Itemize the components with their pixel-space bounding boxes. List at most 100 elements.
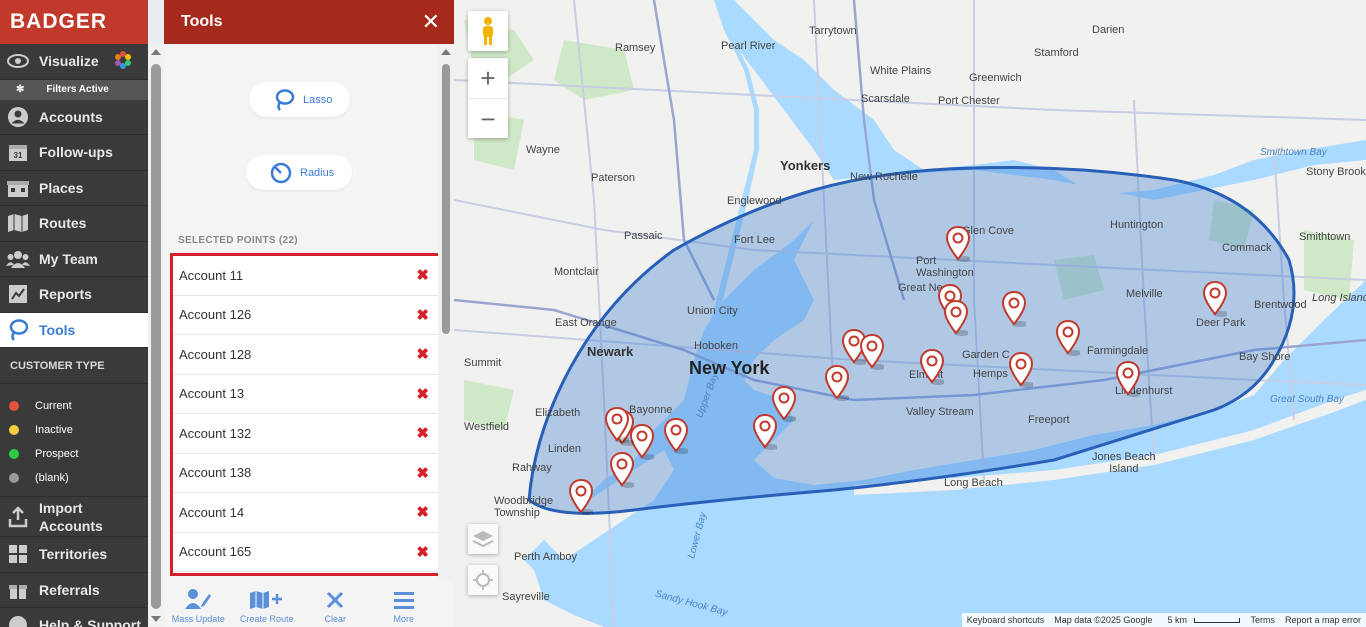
nav-scrollbar[interactable]	[148, 44, 164, 627]
account-pin-icon[interactable]	[1008, 351, 1035, 393]
remove-icon[interactable]: ✖	[416, 266, 429, 284]
account-pin-icon[interactable]	[663, 417, 690, 459]
remove-icon[interactable]: ✖	[416, 543, 429, 561]
remove-icon[interactable]: ✖	[416, 464, 429, 482]
account-name: Account 11	[179, 267, 244, 283]
remove-icon[interactable]: ✖	[416, 306, 429, 324]
nav-import-accounts[interactable]: Import Accounts	[0, 497, 148, 537]
tools-scrollbar[interactable]	[438, 44, 454, 580]
map-label: Hoboken	[694, 340, 739, 352]
account-pin-icon[interactable]	[943, 299, 970, 341]
map-label: Englewood	[727, 195, 782, 207]
list-item[interactable]: Account 128 ✖	[173, 335, 439, 375]
account-pin-icon[interactable]	[604, 406, 631, 448]
map-layers-button[interactable]	[468, 524, 498, 554]
map-canvas[interactable]: Ramsey Pearl River Tarrytown Stamford Da…	[454, 0, 1366, 627]
list-item[interactable]: Account 165 ✖	[173, 533, 439, 572]
map-label: Sayreville	[502, 591, 550, 603]
nav-scroll-thumb[interactable]	[151, 64, 161, 609]
scroll-up-arrow-icon[interactable]	[441, 49, 451, 55]
remove-icon[interactable]: ✖	[416, 424, 429, 442]
main-nav: BADGER Visualize ✻ Filters Active Accoun…	[0, 0, 148, 627]
zoom-out-button[interactable]: −	[468, 99, 508, 139]
nav-accounts[interactable]: Accounts	[0, 100, 148, 135]
account-pin-icon[interactable]	[859, 333, 886, 375]
account-name: Account 138	[179, 465, 252, 481]
list-item[interactable]: Account 132 ✖	[173, 414, 439, 454]
scroll-up-arrow-icon[interactable]	[151, 49, 161, 55]
legend-item-prospect[interactable]: Prospect	[0, 442, 148, 466]
street-view-pegman[interactable]	[468, 11, 508, 51]
filters-active-label: Filters Active	[46, 84, 109, 95]
nav-reports[interactable]: Reports	[0, 277, 148, 313]
create-route-label: Create Route	[239, 614, 294, 624]
terms-link[interactable]: Terms	[1245, 615, 1280, 625]
map-label: Garden C	[962, 349, 1010, 361]
scroll-down-arrow-icon[interactable]	[151, 616, 161, 622]
clear-button[interactable]: Clear	[301, 583, 370, 627]
keyboard-shortcuts-link[interactable]: Keyboard shortcuts	[962, 615, 1050, 625]
mass-update-button[interactable]: Mass Update	[164, 583, 233, 627]
nav-tools-label: Tools	[39, 321, 76, 338]
list-item[interactable]: Account 138 ✖	[173, 454, 439, 493]
list-item[interactable]: Account 126 ✖	[173, 296, 439, 335]
create-route-button[interactable]: Create Route	[233, 583, 302, 627]
map-label: Elizabeth	[535, 407, 581, 419]
account-pin-icon[interactable]	[919, 348, 946, 390]
blank-dot-icon	[9, 473, 19, 483]
map-label: Westfield	[464, 421, 510, 433]
map-label: Bay Shore	[1239, 351, 1291, 363]
nav-tools[interactable]: Tools	[0, 312, 148, 348]
nav-myteam[interactable]: My Team	[0, 242, 148, 277]
map-label: Scarsdale	[861, 93, 910, 105]
remove-icon[interactable]: ✖	[416, 503, 429, 521]
account-pin-icon[interactable]	[1055, 319, 1082, 361]
account-pin-icon[interactable]	[945, 225, 972, 267]
account-pin-icon[interactable]	[1001, 290, 1028, 332]
remove-icon[interactable]: ✖	[416, 345, 429, 363]
filters-active-badge[interactable]: ✻ Filters Active	[0, 79, 148, 100]
nav-visualize[interactable]: Visualize	[0, 44, 148, 80]
customer-type-heading: CUSTOMER TYPE	[0, 348, 148, 384]
nav-territories[interactable]: Territories	[0, 537, 148, 573]
account-pin-icon[interactable]	[1202, 280, 1229, 322]
account-pin-icon[interactable]	[1115, 360, 1142, 402]
map-label: Rahway	[512, 462, 552, 474]
remove-icon[interactable]: ✖	[416, 385, 429, 403]
map-label: Darien	[1092, 24, 1125, 36]
nav-help[interactable]: Help & Support	[0, 608, 148, 627]
legend-item-inactive[interactable]: Inactive	[0, 418, 148, 442]
radius-button[interactable]: Radius	[246, 155, 353, 190]
gift-icon	[6, 579, 30, 601]
legend-item-current[interactable]: Current	[0, 394, 148, 418]
close-icon[interactable]: ✕	[422, 11, 440, 33]
pegman-icon	[483, 17, 493, 45]
zoom-control: + −	[468, 58, 508, 138]
lasso-button[interactable]: Lasso	[249, 82, 351, 117]
nav-routes[interactable]: Routes	[0, 206, 148, 242]
map-label: Summit	[464, 357, 502, 369]
list-item[interactable]: Account 11 ✖	[173, 256, 439, 296]
map-label: Stony Brook	[1306, 166, 1366, 178]
account-name: Account 14	[179, 504, 245, 520]
lasso-icon	[275, 88, 295, 111]
legend-item-blank[interactable]: (blank)	[0, 466, 148, 490]
account-pin-icon[interactable]	[568, 478, 595, 520]
nav-followups[interactable]: 31 Follow-ups	[0, 135, 148, 171]
list-item[interactable]: Account 13 ✖	[173, 375, 439, 414]
more-button[interactable]: More	[370, 583, 439, 627]
nav-places[interactable]: Places	[0, 171, 148, 206]
report-error-link[interactable]: Report a map error	[1280, 615, 1366, 625]
tools-scroll-thumb[interactable]	[442, 64, 450, 334]
nav-referrals[interactable]: Referrals	[0, 573, 148, 608]
legend-label: Current	[35, 400, 72, 412]
map-label: Wayne	[526, 144, 560, 156]
account-pin-icon[interactable]	[752, 413, 779, 455]
zoom-in-button[interactable]: +	[468, 58, 508, 98]
account-pin-icon[interactable]	[609, 451, 636, 493]
logo-bar: BADGER	[0, 0, 148, 44]
account-name: Account 128	[179, 346, 252, 362]
my-location-button[interactable]	[468, 565, 498, 595]
account-pin-icon[interactable]	[824, 364, 851, 406]
list-item[interactable]: Account 14 ✖	[173, 493, 439, 533]
